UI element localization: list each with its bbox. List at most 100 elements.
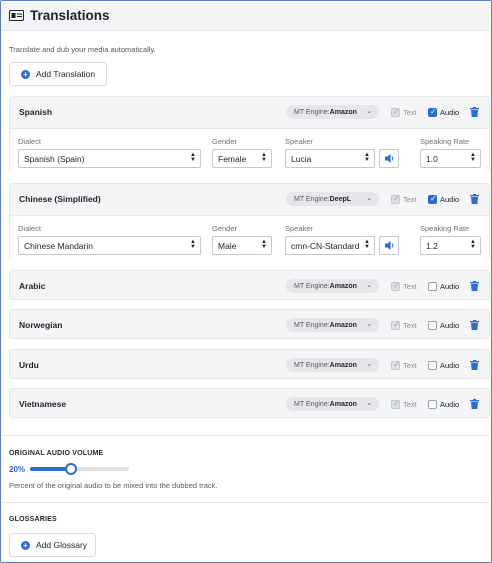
- speaking-rate-select[interactable]: 1.0 ▲ ▼: [420, 149, 481, 168]
- text-checkbox[interactable]: ✓: [391, 399, 400, 409]
- speaker-select[interactable]: Lucia ▲ ▼: [285, 149, 375, 168]
- gender-value: Female: [218, 153, 247, 164]
- mt-engine-value: Amazon: [329, 400, 357, 408]
- preview-voice-button[interactable]: [379, 149, 399, 168]
- panel-header: Translations: [2, 2, 490, 31]
- dialect-value: Chinese Mandarin: [24, 240, 93, 251]
- gender-label: Gender: [212, 137, 238, 146]
- mt-engine-value: Amazon: [329, 361, 357, 369]
- audio-checkbox-label: Audio: [440, 321, 460, 330]
- trash-icon[interactable]: [470, 399, 479, 409]
- dialect-select[interactable]: Chinese Mandarin ▲ ▼: [18, 236, 201, 255]
- language-name: Arabic: [19, 281, 46, 291]
- preview-voice-button[interactable]: [379, 236, 399, 255]
- chevron-down-icon: ⌄: [366, 361, 372, 368]
- select-arrows-icon: ▲ ▼: [190, 152, 196, 163]
- audio-checkbox[interactable]: [428, 400, 437, 409]
- speaker-label: Speaker: [285, 224, 313, 233]
- translation-card-spanish: Spanish MT Engine: Amazon ⌄ ✓ Text ✓ Audi…: [9, 96, 490, 174]
- audio-checkbox[interactable]: ✓: [428, 107, 437, 117]
- text-checkbox[interactable]: ✓: [391, 107, 400, 117]
- select-arrows-icon: ▲ ▼: [261, 239, 267, 250]
- trash-icon[interactable]: [470, 281, 479, 291]
- original-audio-label: ORIGINAL AUDIO VOLUME: [9, 450, 104, 457]
- speaker-select[interactable]: cmn-CN-Standard ▲ ▼: [285, 236, 375, 255]
- gender-value: Male: [218, 240, 237, 251]
- mt-engine-select[interactable]: MT Engine: Amazon ⌄: [286, 279, 379, 293]
- mt-engine-value: Amazon: [329, 321, 357, 329]
- add-glossary-button[interactable]: + Add Glossary: [9, 533, 96, 557]
- speaking-rate-select[interactable]: 1.2 ▲ ▼: [420, 236, 481, 255]
- text-checkbox-label: Text: [403, 108, 417, 117]
- mt-engine-prefix: MT Engine:: [294, 400, 330, 408]
- volume-help-text: Percent of the original audio to be mixe…: [9, 481, 218, 490]
- speaking-rate-label: Speaking Rate: [420, 137, 470, 146]
- audio-checkbox[interactable]: [428, 282, 437, 291]
- text-checkbox[interactable]: ✓: [391, 320, 400, 330]
- translation-card-vietnamese: Vietnamese MT Engine: Amazon ⌄ ✓ Text Audi…: [9, 388, 490, 418]
- add-translation-button[interactable]: + Add Translation: [9, 62, 107, 86]
- select-arrows-icon: ▲ ▼: [261, 152, 267, 163]
- language-name: Norwegian: [19, 320, 63, 330]
- chevron-down-icon: ⌄: [366, 400, 372, 407]
- chevron-down-icon: ⌄: [366, 195, 372, 202]
- mt-engine-prefix: MT Engine:: [294, 282, 330, 290]
- plus-circle-icon: +: [21, 69, 30, 79]
- add-translation-label: Add Translation: [36, 69, 96, 79]
- speaker-icon: [385, 154, 394, 163]
- select-arrows-icon: ▲ ▼: [364, 152, 370, 163]
- section-divider: [2, 435, 490, 436]
- text-checkbox[interactable]: ✓: [391, 194, 400, 204]
- section-divider: [2, 502, 490, 503]
- mt-engine-select[interactable]: MT Engine: Amazon ⌄: [286, 105, 379, 119]
- chevron-down-icon: ⌄: [366, 321, 372, 328]
- volume-slider[interactable]: [30, 463, 129, 475]
- gender-select[interactable]: Male ▲ ▼: [212, 236, 272, 255]
- translation-card-urdu: Urdu MT Engine: Amazon ⌄ ✓ Text Audio: [9, 349, 490, 379]
- audio-checkbox[interactable]: [428, 361, 437, 370]
- dialect-select[interactable]: Spanish (Spain) ▲ ▼: [18, 149, 201, 168]
- translation-card-arabic: Arabic MT Engine: Amazon ⌄ ✓ Text Audio: [9, 270, 490, 300]
- speaking-rate-value: 1.2: [426, 240, 438, 251]
- mt-engine-select[interactable]: MT Engine: Amazon ⌄: [286, 318, 379, 332]
- translations-panel: Translations Translate and dub your medi…: [0, 0, 492, 563]
- speaking-rate-label: Speaking Rate: [420, 224, 470, 233]
- speaker-value: cmn-CN-Standard: [291, 240, 360, 251]
- page-subtitle: Translate and dub your media automatical…: [9, 45, 156, 54]
- audio-checkbox-label: Audio: [440, 361, 460, 370]
- gender-select[interactable]: Female ▲ ▼: [212, 149, 272, 168]
- trash-icon[interactable]: [470, 107, 479, 117]
- speaker-value: Lucia: [291, 153, 312, 164]
- audio-checkbox[interactable]: ✓: [428, 194, 437, 204]
- translation-card-chinese: Chinese (Simplified) MT Engine: DeepL ⌄ ✓…: [9, 183, 490, 261]
- text-checkbox[interactable]: ✓: [391, 360, 400, 370]
- audio-checkbox-label: Audio: [440, 282, 460, 291]
- trash-icon[interactable]: [470, 360, 479, 370]
- mt-engine-prefix: MT Engine:: [294, 108, 330, 116]
- voice-settings-row: Dialect Gender Speaker Speaking Rate Spa…: [10, 128, 489, 174]
- audio-checkbox[interactable]: [428, 321, 437, 330]
- volume-percent: 20%: [9, 465, 26, 474]
- trash-icon[interactable]: [470, 320, 479, 330]
- mt-engine-value: Amazon: [329, 282, 357, 290]
- language-name: Urdu: [19, 360, 39, 370]
- trash-icon[interactable]: [470, 194, 479, 204]
- plus-circle-icon: +: [21, 540, 30, 550]
- text-checkbox[interactable]: ✓: [391, 281, 400, 291]
- translation-card-norwegian: Norwegian MT Engine: Amazon ⌄ ✓ Text Audio: [9, 309, 490, 339]
- dialect-label: Dialect: [18, 137, 41, 146]
- mt-engine-select[interactable]: MT Engine: Amazon ⌄: [286, 358, 379, 372]
- select-arrows-icon: ▲ ▼: [190, 239, 196, 250]
- id-card-icon: [9, 10, 24, 21]
- gender-label: Gender: [212, 224, 238, 233]
- dialect-value: Spanish (Spain): [24, 153, 85, 164]
- page-title: Translations: [30, 8, 110, 23]
- select-arrows-icon: ▲ ▼: [364, 239, 370, 250]
- mt-engine-select[interactable]: MT Engine: Amazon ⌄: [286, 397, 379, 411]
- mt-engine-select[interactable]: MT Engine: DeepL ⌄: [286, 192, 379, 206]
- speaking-rate-value: 1.0: [426, 153, 438, 164]
- select-arrows-icon: ▲ ▼: [470, 239, 476, 250]
- volume-slider-handle[interactable]: [65, 463, 77, 475]
- dialect-label: Dialect: [18, 224, 41, 233]
- speaker-label: Speaker: [285, 137, 313, 146]
